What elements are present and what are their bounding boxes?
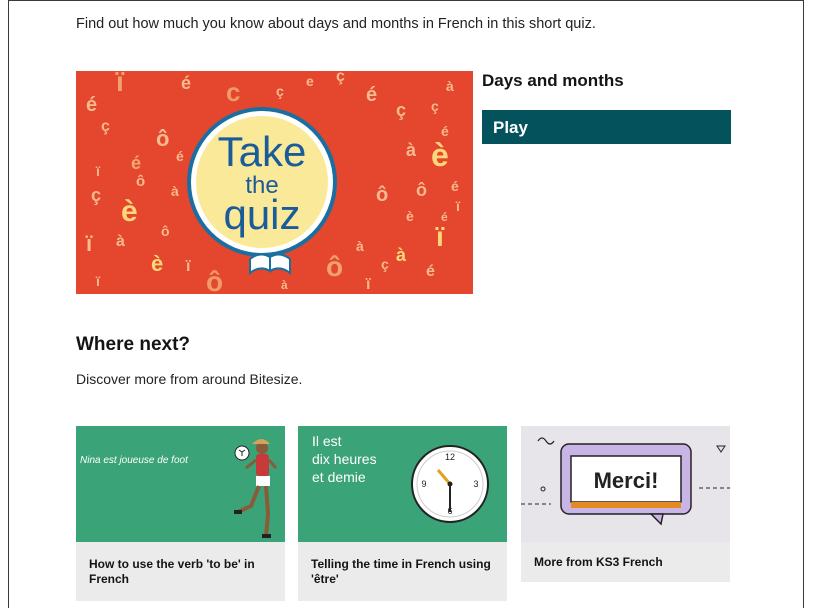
svg-text:ç: ç: [381, 256, 389, 272]
svg-text:é: é: [441, 210, 448, 224]
card-caption: How to use the verb 'to be' in French: [89, 557, 255, 586]
card-thumb-text: Merci!: [594, 468, 659, 493]
svg-text:ô: ô: [161, 223, 170, 239]
clock-icon: 12 3 6 9: [411, 445, 489, 523]
svg-text:9: 9: [421, 479, 426, 489]
svg-text:ç: ç: [336, 71, 345, 85]
card-thumb-text: Nina est joueuse de foot: [80, 455, 189, 466]
where-next-subtitle: Discover more from around Bitesize.: [76, 371, 303, 387]
card-thumb-line2: dix heures: [312, 451, 377, 467]
quiz-badge-line3: quiz: [223, 191, 300, 238]
where-next-heading: Where next?: [76, 334, 191, 355]
play-button-label: Play: [493, 118, 528, 137]
svg-text:é: é: [181, 73, 191, 93]
svg-text:12: 12: [445, 452, 455, 462]
svg-text:ï: ï: [185, 258, 191, 275]
svg-text:e: e: [306, 73, 314, 89]
quiz-badge-line1: Take: [218, 128, 307, 175]
svg-text:ï: ï: [85, 231, 93, 256]
svg-text:ç: ç: [276, 83, 284, 99]
svg-text:à: à: [396, 245, 407, 265]
svg-text:ô: ô: [156, 126, 169, 151]
svg-text:é: é: [131, 153, 141, 173]
svg-text:ô: ô: [416, 180, 427, 200]
card-thumbnail-football: Nina est joueuse de foot: [76, 426, 285, 542]
svg-text:ï: ï: [115, 71, 125, 97]
svg-text:à: à: [406, 140, 417, 160]
card-verb-to-be[interactable]: Nina est joueuse de foot How to use the …: [76, 426, 285, 601]
svg-text:é: é: [441, 123, 449, 139]
svg-text:à: à: [116, 233, 125, 250]
card-caption: More from KS3 French: [534, 555, 663, 569]
svg-text:é: é: [86, 94, 97, 116]
book-icon: [249, 253, 291, 276]
svg-text:è: è: [121, 195, 138, 228]
svg-text:3: 3: [473, 479, 478, 489]
quiz-title: Days and months: [482, 71, 624, 90]
svg-text:é: é: [366, 84, 377, 106]
card-thumbnail-clock: Il est dix heures et demie 12 3 6 9: [298, 426, 507, 542]
card-thumb-line3: et demie: [312, 469, 366, 485]
svg-text:à: à: [446, 78, 454, 94]
card-ks3-french[interactable]: Merci! More from KS3 French: [521, 426, 730, 582]
svg-text:ô: ô: [326, 251, 343, 282]
card-telling-time[interactable]: Il est dix heures et demie 12 3 6 9 Tell…: [298, 426, 507, 601]
svg-text:ç: ç: [91, 185, 101, 205]
card-thumb-line1: Il est: [312, 433, 342, 449]
svg-text:ô: ô: [376, 184, 388, 206]
speech-bubble: Merci!: [560, 443, 692, 526]
svg-text:ç: ç: [396, 100, 406, 120]
quiz-image[interactable]: é ï é c ç ô ï é ç è ô à ï à è ï ï ô à ô …: [76, 71, 473, 294]
svg-text:é: é: [426, 263, 435, 280]
svg-text:à: à: [281, 278, 288, 292]
svg-text:è: è: [151, 251, 163, 276]
quiz-intro-text: Find out how much you know about days an…: [76, 16, 596, 32]
card-caption: Telling the time in French using 'être': [311, 557, 491, 586]
card-thumbnail-merci: Merci!: [521, 426, 730, 542]
svg-text:à: à: [356, 238, 364, 254]
svg-text:é: é: [451, 178, 459, 194]
svg-text:è: è: [406, 208, 414, 224]
svg-text:à: à: [171, 183, 179, 199]
svg-text:é: é: [176, 148, 184, 164]
quiz-illustration: é ï é c ç ô ï é ç è ô à ï à è ï ï ô à ô …: [76, 71, 473, 294]
svg-text:ô: ô: [206, 266, 223, 294]
svg-text:ï: ï: [365, 276, 371, 293]
play-button[interactable]: Play: [482, 110, 731, 144]
svg-text:ï: ï: [435, 221, 445, 252]
svg-text:ç: ç: [101, 118, 110, 135]
svg-text:è: è: [431, 137, 449, 173]
svg-text:ô: ô: [136, 173, 145, 190]
svg-text:ç: ç: [431, 98, 439, 114]
svg-text:c: c: [226, 77, 240, 107]
